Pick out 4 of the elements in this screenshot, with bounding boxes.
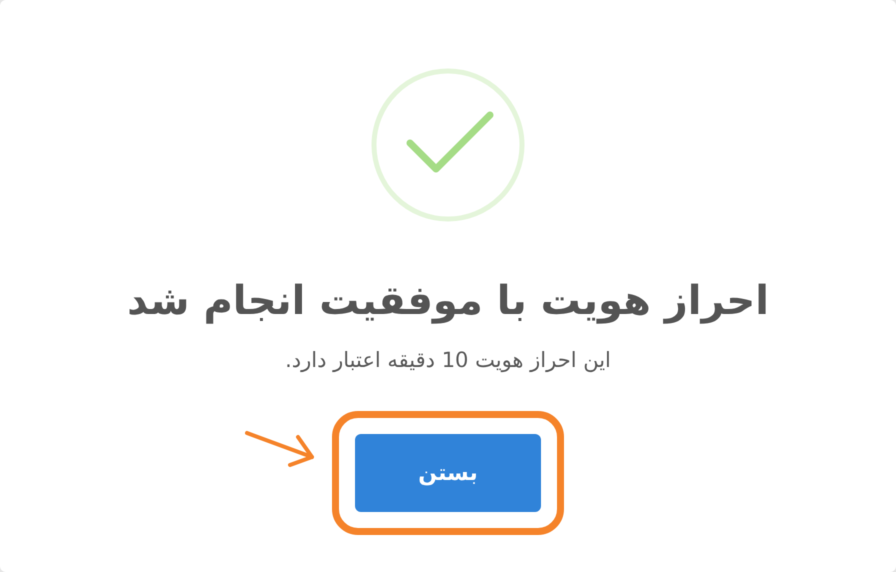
dialog-title: احراز هویت با موفقیت انجام شد [127,277,769,326]
close-button[interactable]: بستن [355,434,541,512]
dialog-message: این احراز هویت 10 دقیقه اعتبار دارد. [285,347,611,374]
check-circle-icon [370,67,526,223]
